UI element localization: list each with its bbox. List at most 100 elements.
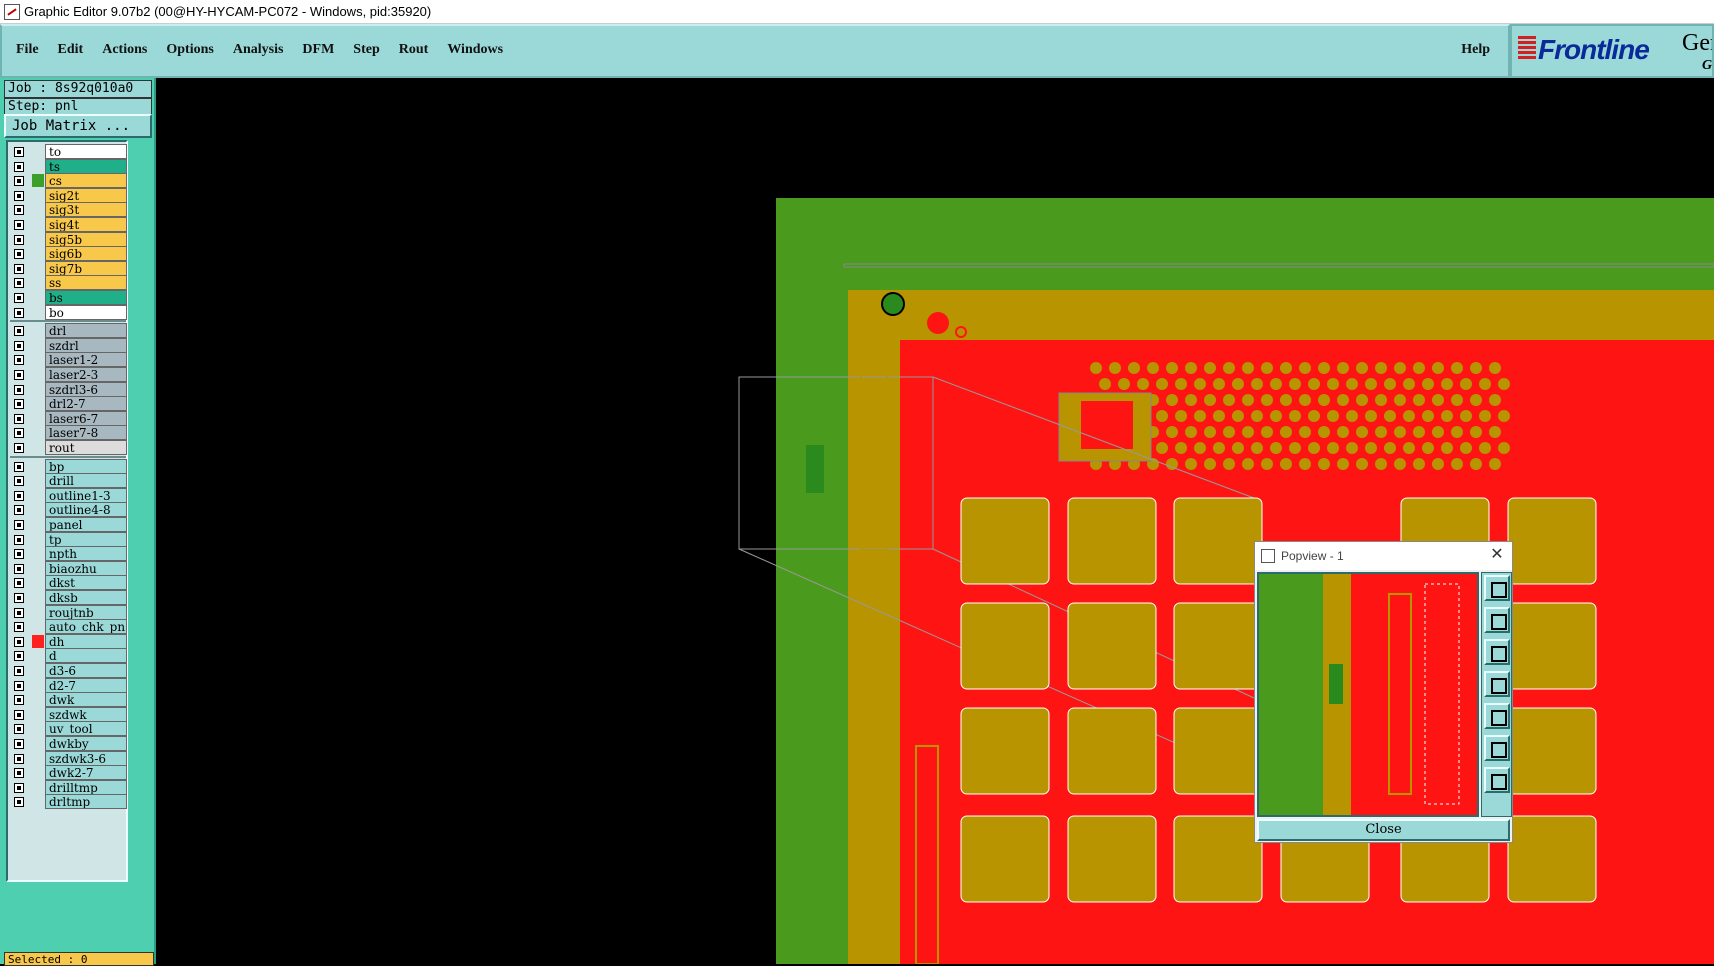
layer-row[interactable]: d — [10, 648, 127, 664]
layer-checkbox[interactable] — [14, 666, 24, 676]
layer-name[interactable]: drl2-7 — [45, 396, 127, 412]
menu-file[interactable]: File — [16, 42, 39, 58]
layer-checkbox[interactable] — [14, 476, 24, 487]
layer-name[interactable]: d2-7 — [45, 677, 127, 693]
layer-name[interactable]: sig4t — [45, 217, 127, 232]
menu-dfm[interactable]: DFM — [302, 42, 334, 58]
layer-name[interactable]: szdrl — [45, 337, 127, 353]
menu-options[interactable]: Options — [166, 42, 213, 58]
zoom-in-button[interactable] — [1484, 735, 1510, 761]
layer-checkbox[interactable] — [14, 724, 24, 735]
layer-name[interactable]: sig6b — [45, 246, 127, 262]
layer-row[interactable]: auto_chk_pn1 — [10, 619, 127, 635]
layer-row[interactable]: szdrl3-6 — [10, 381, 127, 397]
layer-row[interactable]: dwkby — [10, 736, 127, 751]
layer-name[interactable]: dkst — [45, 575, 127, 591]
layer-checkbox[interactable] — [14, 739, 24, 749]
layer-row[interactable]: dwk — [10, 692, 127, 708]
layer-row[interactable]: roujtnb — [10, 604, 127, 620]
layer-row[interactable]: dksb — [10, 590, 127, 605]
layer-name[interactable]: auto_chk_pn1 — [45, 619, 127, 635]
menu-step[interactable]: Step — [353, 42, 379, 58]
menu-rout[interactable]: Rout — [399, 42, 429, 58]
layer-checkbox[interactable] — [14, 490, 24, 501]
layer-row[interactable]: drl2-7 — [10, 396, 127, 412]
layer-name[interactable]: cs — [45, 173, 127, 189]
menu-help[interactable]: Help — [1461, 42, 1490, 58]
layer-row[interactable]: sig2t — [10, 187, 127, 203]
layer-name[interactable]: bo — [45, 304, 127, 320]
layer-row[interactable]: szdwk — [10, 706, 127, 722]
layer-checkbox[interactable] — [14, 355, 24, 366]
layer-checkbox[interactable] — [14, 443, 24, 453]
layer-checkbox[interactable] — [14, 147, 24, 157]
pan-right-button[interactable] — [1484, 703, 1510, 729]
layer-checkbox[interactable] — [14, 205, 24, 216]
layer-name[interactable]: outline1-3 — [45, 487, 127, 503]
layer-checkbox[interactable] — [14, 563, 24, 574]
menu-actions[interactable]: Actions — [102, 42, 147, 58]
layer-row[interactable]: bs — [10, 290, 127, 305]
layer-checkbox[interactable] — [14, 505, 24, 516]
layer-row[interactable]: sig5b — [10, 231, 127, 247]
layer-checkbox[interactable] — [14, 461, 24, 472]
layer-row[interactable]: szdrl — [10, 337, 127, 353]
layer-name[interactable]: biaozhu — [45, 560, 127, 576]
layer-name[interactable]: ss — [45, 275, 127, 291]
popview-close-button[interactable]: Close — [1257, 819, 1510, 841]
layer-row[interactable]: sig6b — [10, 246, 127, 262]
layer-row[interactable]: ss — [10, 275, 127, 291]
layer-row[interactable]: laser2-3 — [10, 367, 127, 382]
layer-checkbox[interactable] — [14, 293, 24, 303]
layer-row[interactable]: d3-6 — [10, 663, 127, 678]
layer-name[interactable]: sig5b — [45, 231, 127, 247]
layer-name[interactable]: sig2t — [45, 187, 127, 203]
layer-name[interactable]: npth — [45, 546, 127, 562]
pan-left-button[interactable] — [1484, 671, 1510, 697]
layer-row[interactable]: bo — [10, 304, 127, 320]
layer-checkbox[interactable] — [14, 651, 24, 662]
layer-name[interactable]: laser7-8 — [45, 425, 127, 441]
layer-row[interactable]: cs — [10, 173, 127, 189]
layer-row[interactable]: outline4-8 — [10, 502, 127, 518]
layer-name[interactable]: szdwk3-6 — [45, 750, 127, 766]
layer-checkbox[interactable] — [14, 249, 24, 260]
layer-row[interactable]: laser1-2 — [10, 352, 127, 368]
layer-name[interactable]: sig3t — [45, 202, 127, 218]
layer-name[interactable]: laser1-2 — [45, 352, 127, 368]
layer-checkbox[interactable] — [14, 234, 24, 245]
layer-name[interactable]: dwk — [45, 692, 127, 708]
zoom-out-button[interactable] — [1484, 767, 1510, 793]
layer-row[interactable]: dwk2-7 — [10, 765, 127, 781]
layer-checkbox[interactable] — [14, 307, 24, 318]
menu-analysis[interactable]: Analysis — [233, 42, 284, 58]
layer-row[interactable]: szdwk3-6 — [10, 750, 127, 766]
layer-checkbox[interactable] — [14, 399, 24, 410]
layer-name[interactable]: dwk2-7 — [45, 765, 127, 781]
layer-name[interactable]: sig7b — [45, 260, 127, 276]
menu-edit[interactable]: Edit — [58, 42, 84, 58]
layer-row[interactable]: sig3t — [10, 202, 127, 218]
popview-canvas[interactable] — [1257, 572, 1479, 817]
layer-checkbox[interactable] — [14, 680, 24, 691]
pan-down-button[interactable] — [1484, 639, 1510, 665]
layer-checkbox[interactable] — [14, 413, 24, 424]
layer-name[interactable]: drill — [45, 473, 127, 489]
layer-checkbox[interactable] — [14, 636, 24, 647]
layer-name[interactable]: panel — [45, 517, 127, 532]
layer-row[interactable]: sig4t — [10, 217, 127, 232]
layer-checkbox[interactable] — [14, 695, 24, 706]
layer-name[interactable]: dwkby — [45, 736, 127, 751]
layer-checkbox[interactable] — [14, 176, 24, 187]
job-matrix-button[interactable]: Job Matrix ... — [4, 114, 152, 138]
layer-name[interactable]: szdwk — [45, 706, 127, 722]
layer-name[interactable]: rout — [45, 440, 127, 455]
layer-checkbox[interactable] — [14, 607, 24, 618]
layer-row[interactable]: biaozhu — [10, 560, 127, 576]
layer-checkbox[interactable] — [14, 340, 24, 351]
layer-checkbox[interactable] — [14, 161, 24, 172]
layer-row[interactable]: panel — [10, 517, 127, 532]
layer-row[interactable]: drilltmp — [10, 779, 127, 795]
layer-row[interactable]: rout — [10, 440, 127, 455]
layer-checkbox[interactable] — [14, 370, 24, 380]
